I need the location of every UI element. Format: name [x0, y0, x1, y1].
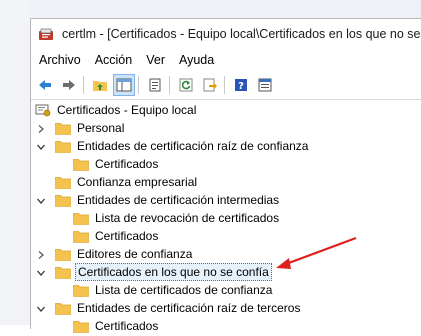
tree-node[interactable]: Certificados	[54, 317, 160, 335]
tree-node-label: Editores de confianza	[77, 247, 193, 261]
tree-node-label: Certificados - Equipo local	[57, 103, 197, 117]
tree-node[interactable]: Lista de certificados de confianza	[54, 281, 274, 299]
toolbar-separator	[138, 76, 139, 94]
folder-icon	[73, 212, 89, 225]
chevron-down-icon[interactable]	[36, 141, 46, 151]
folder-icon	[55, 122, 71, 135]
back-arrow-button[interactable]	[34, 74, 56, 96]
menu-item-ayuda[interactable]: Ayuda	[172, 53, 221, 67]
title-bar[interactable]: certlm - [Certificados - Equipo local\Ce…	[31, 19, 421, 49]
folder-icon	[55, 176, 71, 189]
tree-node-label: Personal	[77, 121, 125, 135]
chevron-right-icon[interactable]	[36, 249, 46, 259]
refresh-button[interactable]	[175, 74, 197, 96]
tree-node[interactable]: Certificados en los que no se confía	[31, 263, 272, 281]
certificate-manager-icon	[38, 26, 54, 42]
details-pane-button[interactable]	[254, 74, 276, 96]
tree-node[interactable]: Lista de revocación de certificados	[54, 209, 281, 227]
svg-text:?: ?	[238, 81, 244, 92]
tree-node[interactable]: Certificados	[54, 227, 160, 245]
folder-icon	[73, 320, 89, 333]
tree-node[interactable]: Certificados	[54, 155, 160, 173]
chevron-down-icon[interactable]	[36, 303, 46, 313]
forward-arrow-button[interactable]	[58, 74, 80, 96]
mmc-window: certlm - [Certificados - Equipo local\Ce…	[30, 18, 421, 333]
menu-item-archivo[interactable]: Archivo	[31, 53, 88, 67]
folder-icon	[55, 194, 71, 207]
folder-icon	[55, 140, 71, 153]
tree-node-label: Certificados	[95, 157, 159, 171]
help-button[interactable]: ?	[230, 74, 252, 96]
tree-node[interactable]: Entidades de certificación raíz de terce…	[36, 299, 302, 317]
show-hide-console-tree-icon	[116, 77, 132, 93]
desktop-background-left	[0, 0, 30, 325]
tree-node-label: Lista de certificados de confianza	[95, 283, 273, 297]
folder-icon	[55, 248, 71, 261]
help-icon: ?	[233, 77, 249, 93]
window-title: certlm - [Certificados - Equipo local\Ce…	[62, 27, 421, 41]
folder-icon	[73, 230, 89, 243]
details-pane-icon	[257, 77, 273, 93]
toolbar-separator	[169, 76, 170, 94]
folder-icon	[55, 266, 71, 279]
menu-item-accion[interactable]: Acción	[88, 53, 140, 67]
chevron-right-icon[interactable]	[36, 123, 46, 133]
up-folder-icon	[92, 77, 108, 93]
refresh-icon	[178, 77, 194, 93]
tree-node-label: Certificados	[95, 319, 159, 333]
properties-button[interactable]	[144, 74, 166, 96]
menu-item-ver[interactable]: Ver	[139, 53, 172, 67]
desktop-background-top	[0, 0, 421, 18]
forward-arrow-icon	[61, 77, 77, 93]
properties-icon	[147, 77, 163, 93]
menu-bar: Archivo Acción Ver Ayuda	[31, 49, 421, 71]
tree-node-label: Lista de revocación de certificados	[95, 211, 280, 225]
folder-icon	[73, 284, 89, 297]
tree-node-label: Entidades de certificación raíz de terce…	[77, 301, 301, 315]
up-folder-button[interactable]	[89, 74, 111, 96]
tree-node[interactable]: Entidades de certificación raíz de confi…	[36, 137, 310, 155]
show-hide-console-tree-button[interactable]	[113, 74, 135, 96]
folder-icon	[55, 302, 71, 315]
tree-root-node[interactable]: Certificados - Equipo local	[35, 101, 198, 119]
certificates-snapin-icon	[35, 102, 51, 118]
tree-node-label: Entidades de certificación raíz de confi…	[77, 139, 309, 153]
toolbar-separator	[83, 76, 84, 94]
tree-node-label: Confianza empresarial	[77, 175, 198, 189]
back-arrow-icon	[37, 77, 53, 93]
toolbar: ?	[31, 71, 421, 100]
tree-node[interactable]: Confianza empresarial	[36, 173, 199, 191]
tree-node[interactable]: Entidades de certificación intermedias	[36, 191, 281, 209]
export-list-button[interactable]	[199, 74, 221, 96]
tree-node-label: Entidades de certificación intermedias	[77, 193, 280, 207]
export-list-icon	[202, 77, 218, 93]
selected-tree-node-label: Certificados en los que no se confía	[75, 263, 272, 281]
tree-node[interactable]: Editores de confianza	[36, 245, 194, 263]
tree-node-label: Certificados	[95, 229, 159, 243]
folder-icon	[73, 158, 89, 171]
tree-node[interactable]: Personal	[36, 119, 126, 137]
chevron-down-icon[interactable]	[36, 195, 46, 205]
toolbar-separator	[224, 76, 225, 94]
chevron-down-icon[interactable]	[36, 267, 46, 277]
